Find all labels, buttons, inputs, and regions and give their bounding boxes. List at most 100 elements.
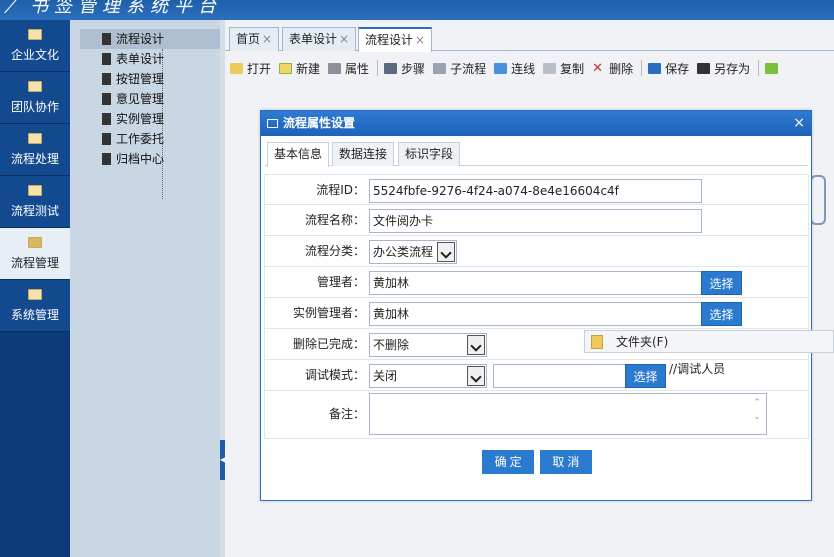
- document-icon: [102, 53, 111, 65]
- nav-item-process[interactable]: 流程处理: [0, 124, 70, 176]
- chevron-down-icon: [467, 335, 485, 355]
- new-button[interactable]: 新建: [279, 60, 320, 77]
- close-icon[interactable]: ×: [793, 111, 805, 136]
- tab-identifier-field[interactable]: 标识字段: [398, 142, 461, 166]
- tree-item-instance-manage[interactable]: 实例管理: [70, 109, 220, 129]
- flow-id-input[interactable]: 5524fbfe-9276-4f24-a074-8e4e16604c4f: [369, 179, 702, 203]
- app-title: 书签管理系统平台: [30, 0, 222, 17]
- flow-name-input[interactable]: 文件阅办卡: [369, 209, 702, 233]
- toolbar-divider: [641, 60, 643, 76]
- save-label: 保存: [665, 61, 690, 76]
- dialog-tabs: 基本信息 数据连接 标识字段: [265, 141, 808, 167]
- tree-item-form-design[interactable]: 表单设计: [70, 49, 220, 69]
- row-flow-name: 流程名称： 文件阅办卡: [264, 205, 809, 236]
- copy-icon: [543, 62, 557, 74]
- note-label: 备注：: [328, 407, 365, 421]
- props-button[interactable]: 属性: [328, 60, 369, 77]
- tab-home[interactable]: 首页 ×: [229, 27, 280, 51]
- link-icon: [494, 62, 508, 74]
- subflow-label: 子流程: [450, 61, 487, 76]
- debug-user-input[interactable]: [493, 364, 626, 388]
- scrollbar[interactable]: ⌃ ⌄: [750, 396, 764, 432]
- new-label: 新建: [296, 61, 321, 76]
- toolbar-divider: [758, 60, 760, 76]
- row-flow-id: 流程ID： 5524fbfe-9276-4f24-a074-8e4e16604c…: [264, 174, 809, 205]
- delete-completed-label: 删除已完成：: [292, 337, 365, 351]
- category-label: 流程分类：: [304, 244, 365, 258]
- row-manager: 管理者： 黄加林 选择: [264, 267, 809, 298]
- note-textarea[interactable]: ⌃ ⌄: [369, 393, 767, 435]
- nav-item-system[interactable]: 系统管理: [0, 280, 70, 332]
- document-icon: [102, 73, 111, 85]
- nav-label: 流程测试: [10, 203, 59, 218]
- toolbar: 打开 新建 属性 步骤 子流程 连线 复制 ✕ 删除 保存 另存为: [225, 55, 834, 81]
- delete-completed-select[interactable]: 不删除: [369, 333, 487, 357]
- nav-label: 企业文化: [10, 47, 59, 62]
- tree-label: 表单设计: [116, 52, 165, 66]
- debug-user-select-button[interactable]: 选择: [625, 364, 666, 388]
- document-icon: [102, 133, 111, 145]
- tree-item-flow-design[interactable]: 流程设计: [80, 29, 220, 49]
- tree-item-opinion-manage[interactable]: 意见管理: [70, 89, 220, 109]
- more-button[interactable]: [765, 62, 782, 74]
- tab-data-connection[interactable]: 数据连接: [332, 142, 395, 166]
- folder-popup[interactable]: 文件夹(F): [584, 330, 834, 353]
- tab-form-design[interactable]: 表单设计 ×: [282, 27, 357, 51]
- step-button[interactable]: 步骤: [384, 60, 425, 77]
- folder-open-icon: [230, 62, 243, 74]
- manager-select-button[interactable]: 选择: [701, 271, 742, 295]
- row-note: 备注： ⌃ ⌄: [264, 391, 809, 439]
- nav-label: 系统管理: [10, 307, 59, 322]
- properties-form: 流程ID： 5524fbfe-9276-4f24-a074-8e4e16604c…: [264, 174, 809, 439]
- saveas-label: 另存为: [714, 61, 751, 76]
- category-value: 办公类流程: [373, 245, 434, 259]
- nav-label: 团队协作: [10, 99, 59, 114]
- nav-label: 流程处理: [10, 151, 59, 166]
- tab-basic-info[interactable]: 基本信息: [267, 142, 330, 167]
- saveas-button[interactable]: 另存为: [697, 60, 750, 77]
- nav-item-team[interactable]: 团队协作: [0, 72, 70, 124]
- tab-label: 表单设计: [289, 32, 338, 46]
- tree-item-delegation[interactable]: 工作委托: [70, 129, 220, 149]
- document-icon: [102, 113, 111, 125]
- delete-button[interactable]: ✕ 删除: [592, 60, 633, 77]
- function-tree: 流程设计 表单设计 按钮管理 意见管理 实例管理 工作委托 归档中心: [70, 20, 220, 557]
- instance-manager-input[interactable]: 黄加林: [369, 302, 702, 326]
- tab-strip: 首页 × 表单设计 × 流程设计 ×: [225, 25, 834, 52]
- nav-label: 流程管理: [10, 255, 59, 270]
- delete-completed-value: 不删除: [373, 338, 410, 352]
- category-select[interactable]: 办公类流程: [369, 240, 457, 264]
- close-icon[interactable]: ×: [339, 32, 349, 46]
- open-button[interactable]: 打开: [230, 60, 271, 77]
- row-debug-mode: 调试模式： 关闭 选择 //调试人员: [264, 360, 809, 391]
- cancel-button[interactable]: 取消: [539, 450, 592, 474]
- nav-item-culture[interactable]: 企业文化: [0, 20, 70, 72]
- nav-item-flow-manage[interactable]: 流程管理: [0, 228, 70, 280]
- tree-item-button-manage[interactable]: 按钮管理: [70, 69, 220, 89]
- close-icon[interactable]: ×: [415, 33, 425, 47]
- folder-icon: [28, 184, 42, 196]
- manager-input[interactable]: 黄加林: [369, 271, 702, 295]
- close-icon[interactable]: ×: [262, 32, 272, 46]
- instance-manager-select-button[interactable]: 选择: [701, 302, 742, 326]
- copy-button[interactable]: 复制: [543, 60, 584, 77]
- save-button[interactable]: 保存: [648, 60, 689, 77]
- dialog-header: 流程属性设置 ×: [261, 111, 811, 136]
- tree-item-archive[interactable]: 归档中心: [70, 149, 220, 169]
- top-banner: ⟋ 书签管理系统平台: [0, 0, 834, 20]
- folder-icon: [28, 236, 42, 248]
- tab-flow-design[interactable]: 流程设计 ×: [358, 27, 433, 52]
- tree-label: 按钮管理: [116, 72, 165, 86]
- save-icon: [648, 62, 662, 74]
- tree-label: 意见管理: [116, 92, 165, 106]
- saveas-icon: [697, 62, 711, 74]
- subflow-button[interactable]: 子流程: [433, 60, 486, 77]
- link-button[interactable]: 连线: [494, 60, 535, 77]
- delete-icon: ✕: [592, 60, 604, 76]
- toolbar-divider: [377, 60, 379, 76]
- folder-icon: [28, 288, 42, 300]
- ok-button[interactable]: 确定: [482, 450, 535, 474]
- nav-item-test[interactable]: 流程测试: [0, 176, 70, 228]
- chevron-down-icon: [467, 366, 485, 386]
- debug-mode-select[interactable]: 关闭: [369, 364, 487, 388]
